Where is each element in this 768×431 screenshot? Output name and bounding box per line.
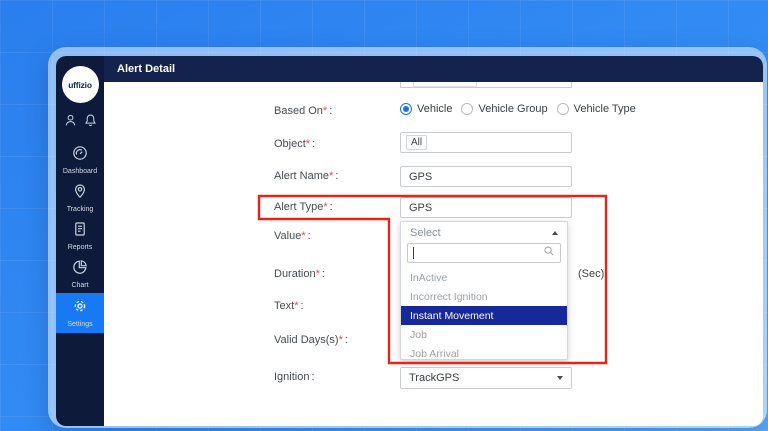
- page-title: Alert Detail: [117, 63, 175, 75]
- object-input[interactable]: All: [400, 132, 572, 153]
- based-on-radio-group: Vehicle Vehicle Group Vehicle Type: [400, 103, 636, 115]
- based-on-label: Based On*:: [274, 105, 332, 117]
- dashboard-icon: [72, 145, 88, 166]
- dropdown-option-inactive[interactable]: InActive: [401, 268, 567, 287]
- sidebar-item-settings[interactable]: Settings: [56, 293, 104, 333]
- ignition-label: Ignition:: [274, 371, 315, 383]
- cutoff-input[interactable]: [400, 82, 572, 88]
- sidebar-item-dashboard[interactable]: Dashboard: [56, 141, 104, 179]
- reports-icon: [72, 221, 88, 242]
- object-chip[interactable]: All: [406, 135, 427, 150]
- alert-type-input[interactable]: GPS: [400, 197, 572, 218]
- cutoff-chip: [413, 82, 477, 87]
- radio-unselected-icon: [461, 103, 473, 115]
- app-window: uffizio Dashboard Tracking: [48, 47, 767, 428]
- ignition-select[interactable]: TrackGPS: [400, 367, 572, 389]
- dropdown-option-job[interactable]: Job: [401, 325, 567, 344]
- app-logo[interactable]: uffizio: [62, 66, 99, 103]
- duration-label: Duration*:: [274, 268, 325, 280]
- dropdown-option-list: InActive Incorrect Ignition Instant Move…: [401, 268, 567, 360]
- value-label: Value*:: [274, 230, 311, 242]
- bell-icon[interactable]: [83, 113, 98, 133]
- dropdown-option-incorrect-ignition[interactable]: Incorrect Ignition: [401, 287, 567, 306]
- settings-icon: [72, 298, 88, 319]
- sidebar-item-label: Tracking: [67, 206, 94, 213]
- alert-name-label: Alert Name*:: [274, 170, 338, 182]
- desktop-background: uffizio Dashboard Tracking: [0, 0, 768, 431]
- sidebar-item-label: Dashboard: [63, 168, 97, 175]
- radio-vehicle-type[interactable]: Vehicle Type: [557, 103, 636, 115]
- form-body: Based On*: Vehicle Vehicle Group: [104, 82, 763, 426]
- page-header: Alert Detail: [104, 56, 763, 82]
- radio-vehicle[interactable]: Vehicle: [400, 103, 452, 115]
- text-caret: [413, 247, 414, 259]
- radio-vehicle-group[interactable]: Vehicle Group: [461, 103, 547, 115]
- duration-unit: (Sec): [578, 268, 604, 280]
- logo-text: uffizio: [68, 80, 92, 90]
- valid-days-label: Valid Days(s)*:: [274, 334, 348, 346]
- radio-selected-icon: [400, 103, 412, 115]
- sidebar: uffizio Dashboard Tracking: [56, 56, 104, 426]
- text-label: Text*:: [274, 300, 304, 312]
- chevron-up-icon: [552, 231, 558, 235]
- alert-type-dropdown: Select InActive Incorrect Ignition Insta…: [400, 221, 568, 360]
- alert-name-input[interactable]: GPS: [400, 166, 572, 187]
- sidebar-item-label: Settings: [67, 321, 92, 328]
- sidebar-item-tracking[interactable]: Tracking: [56, 179, 104, 217]
- tracking-icon: [72, 183, 88, 204]
- dropdown-header[interactable]: Select: [401, 222, 567, 243]
- sidebar-item-label: Reports: [68, 244, 93, 251]
- sidebar-nav: Dashboard Tracking Reports Chart: [56, 141, 104, 333]
- sidebar-item-reports[interactable]: Reports: [56, 217, 104, 255]
- chevron-down-icon: [557, 376, 563, 380]
- alert-type-label: Alert Type*:: [274, 201, 333, 213]
- sidebar-item-label: Chart: [71, 282, 88, 289]
- user-icon[interactable]: [63, 113, 78, 133]
- object-label: Object*:: [274, 138, 315, 150]
- dropdown-option-instant-movement[interactable]: Instant Movement: [401, 306, 567, 325]
- radio-unselected-icon: [557, 103, 569, 115]
- chart-icon: [72, 259, 88, 280]
- dropdown-option-job-arrival[interactable]: Job Arrival: [401, 344, 567, 360]
- dropdown-search-input[interactable]: [407, 243, 561, 263]
- sidebar-item-chart[interactable]: Chart: [56, 255, 104, 293]
- search-icon: [543, 244, 555, 262]
